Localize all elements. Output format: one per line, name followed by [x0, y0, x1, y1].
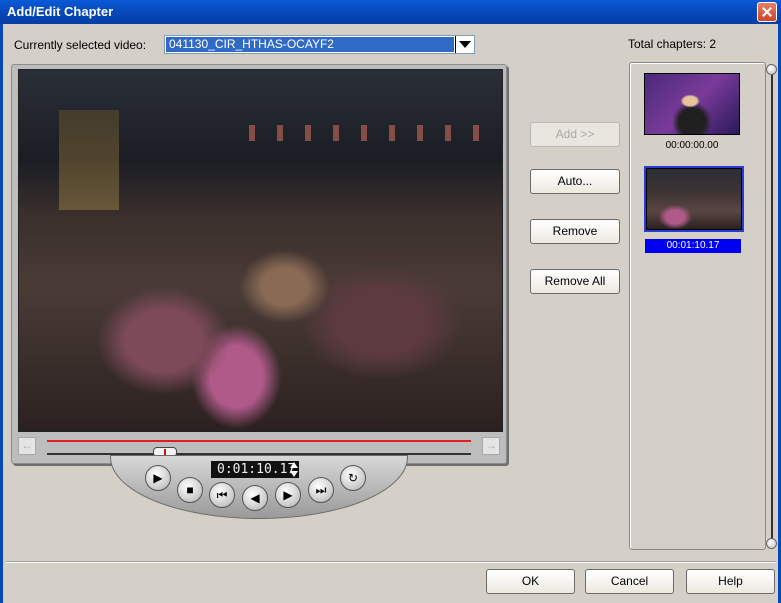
chapter-marker-line: [47, 440, 471, 442]
scroll-bottom-knob[interactable]: [766, 538, 777, 549]
help-button[interactable]: Help: [686, 569, 775, 594]
chapter-thumbnail-selected[interactable]: [644, 166, 744, 232]
close-icon[interactable]: [757, 2, 777, 22]
window-title: Add/Edit Chapter: [7, 4, 114, 19]
remove-all-button[interactable]: Remove All: [530, 269, 620, 294]
video-select-value: 041130_CIR_HTHAS-OCAYF2: [166, 37, 454, 52]
step-forward-icon[interactable]: ▶: [275, 482, 301, 508]
cancel-button[interactable]: Cancel: [585, 569, 674, 594]
chapter-time-selected: 00:01:10.17: [645, 239, 741, 253]
step-back-icon[interactable]: ◀: [242, 485, 268, 511]
chapter-thumbnail[interactable]: [644, 73, 740, 135]
video-preview[interactable]: [18, 69, 503, 432]
stop-icon[interactable]: ■: [177, 477, 203, 503]
ok-button[interactable]: OK: [486, 569, 575, 594]
scroll-top-knob[interactable]: [766, 64, 777, 75]
chapter-list: [629, 62, 766, 550]
scroll-track[interactable]: [771, 70, 773, 544]
video-select[interactable]: 041130_CIR_HTHAS-OCAYF2: [164, 35, 475, 54]
video-player: [11, 64, 507, 464]
skip-forward-icon[interactable]: ⏭: [308, 477, 334, 503]
window-frame-left: [0, 24, 3, 603]
chevron-down-icon[interactable]: [455, 36, 474, 53]
play-icon[interactable]: ▶: [145, 465, 171, 491]
video-scene-building: [59, 110, 119, 210]
total-chapters-label: Total chapters: 2: [628, 37, 717, 51]
footer-divider: [6, 561, 776, 563]
skip-back-icon[interactable]: ⏮: [209, 482, 235, 508]
arrow-right-icon[interactable]: [482, 437, 500, 455]
auto-button[interactable]: Auto...: [530, 169, 620, 194]
timecode-display[interactable]: 0:01:10.17: [211, 461, 299, 478]
chapter-list-scrollbar[interactable]: [766, 64, 778, 550]
add-chapter-button[interactable]: Add >>: [530, 122, 620, 147]
title-bar: Add/Edit Chapter: [0, 0, 781, 24]
arrow-left-icon[interactable]: [18, 437, 36, 455]
loop-icon[interactable]: ↻: [340, 465, 366, 491]
chapter-time: 00:00:00.00: [665, 140, 719, 151]
timecode-spinner-icon[interactable]: [289, 461, 299, 478]
video-scene-lights: [249, 125, 489, 141]
remove-button[interactable]: Remove: [530, 219, 620, 244]
video-selector-label: Currently selected video:: [14, 38, 147, 52]
